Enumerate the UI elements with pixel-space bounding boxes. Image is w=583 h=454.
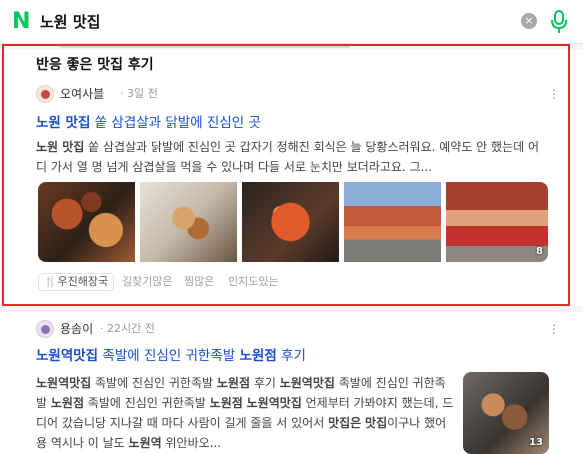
image-count-badge: 13 xyxy=(529,437,543,448)
post-title-link[interactable]: 노원 맛집 쏱 삼겹살과 닭발에 진심인 곳 xyxy=(36,113,261,133)
title-text: 족발에 진심인 귀한족발 xyxy=(98,348,240,364)
section-title: 반응 좋은 맛집 후기 xyxy=(36,57,154,73)
avatar[interactable] xyxy=(36,85,54,103)
microphone-icon[interactable] xyxy=(549,9,569,35)
profile-row: 오여사블 · 3일 전 ⋮ xyxy=(36,85,560,103)
search-bar: N 노원 맛집 × xyxy=(0,0,583,44)
title-text: 후기 xyxy=(276,348,306,364)
image-count-badge: 8 xyxy=(536,246,543,257)
food-image-2[interactable] xyxy=(140,182,237,262)
fork-knife-icon: 🍴 xyxy=(44,277,57,288)
food-image-3[interactable] xyxy=(242,182,339,262)
keyword-tag: 인지도있는 xyxy=(228,275,279,288)
author-name[interactable]: 용솜이 xyxy=(60,320,93,338)
restaurant-image-5[interactable]: 8 xyxy=(446,182,548,262)
snippet-text: 쏱 삼겹살과 닭발에 진심인 곳 갑자기 정해진 회식은 늘 당황스러워요. 예… xyxy=(36,140,540,174)
review-card: 반응 좋은 맛집 후기 오여사블 · 3일 전 ⋮ 노원 맛집 쏱 삼겹살과 닭… xyxy=(20,49,562,301)
post-time: · 3일 전 xyxy=(120,87,158,100)
more-options-icon[interactable]: ⋮ xyxy=(548,85,560,103)
review-card: 용솜이 · 22시간 전 ⋮ 노원역맛집 족발에 진심인 귀한족발 노원점 후기… xyxy=(20,312,562,454)
more-options-icon[interactable]: ⋮ xyxy=(548,320,560,338)
post-time: · 22시간 전 xyxy=(100,322,155,335)
title-keyword: 노원점 xyxy=(239,348,277,364)
search-query[interactable]: 노원 맛집 xyxy=(40,12,100,32)
tags-row: 🍴 우진해장국 길찾기많은 찜많은 인지도있는 xyxy=(38,273,538,291)
post-snippet[interactable]: 노원 맛집 쏱 삼겹살과 닭발에 진심인 곳 갑자기 정해진 회식은 늘 당황스… xyxy=(36,137,548,177)
image-gallery: 8 xyxy=(38,182,548,262)
title-keyword: 노원 맛집 xyxy=(36,115,91,131)
title-keyword: 노원역맛집 xyxy=(36,348,99,364)
food-image-1[interactable] xyxy=(38,182,135,262)
post-title-link[interactable]: 노원역맛집 족발에 진심인 귀한족발 노원점 후기 xyxy=(36,346,306,366)
avatar-image xyxy=(41,90,50,99)
snippet-keyword: 노원 맛집 xyxy=(36,140,85,154)
profile-row: 용솜이 · 22시간 전 ⋮ xyxy=(36,320,560,338)
author-name[interactable]: 오여사블 xyxy=(60,85,104,103)
avatar-image xyxy=(41,325,50,334)
place-tag[interactable]: 🍴 우진해장국 xyxy=(38,273,115,291)
restaurant-image-4[interactable] xyxy=(344,182,441,262)
post-snippet[interactable]: 노원역맛집 족발에 진심인 귀한족발 노원점 후기 노원역맛집 족발에 진심인 … xyxy=(36,373,456,453)
place-tag-label: 우진해장국 xyxy=(57,275,109,288)
scroll-hint xyxy=(60,45,350,48)
title-text: 쏱 삼겹살과 닭발에 진심인 곳 xyxy=(90,115,261,131)
avatar[interactable] xyxy=(36,320,54,338)
clear-search-button[interactable]: × xyxy=(521,13,537,29)
naver-logo[interactable]: N xyxy=(12,11,30,33)
keyword-tag: 찜많은 xyxy=(184,275,215,288)
keyword-tag: 길찾기많은 xyxy=(122,275,173,288)
post-thumbnail[interactable]: 13 xyxy=(463,372,549,454)
